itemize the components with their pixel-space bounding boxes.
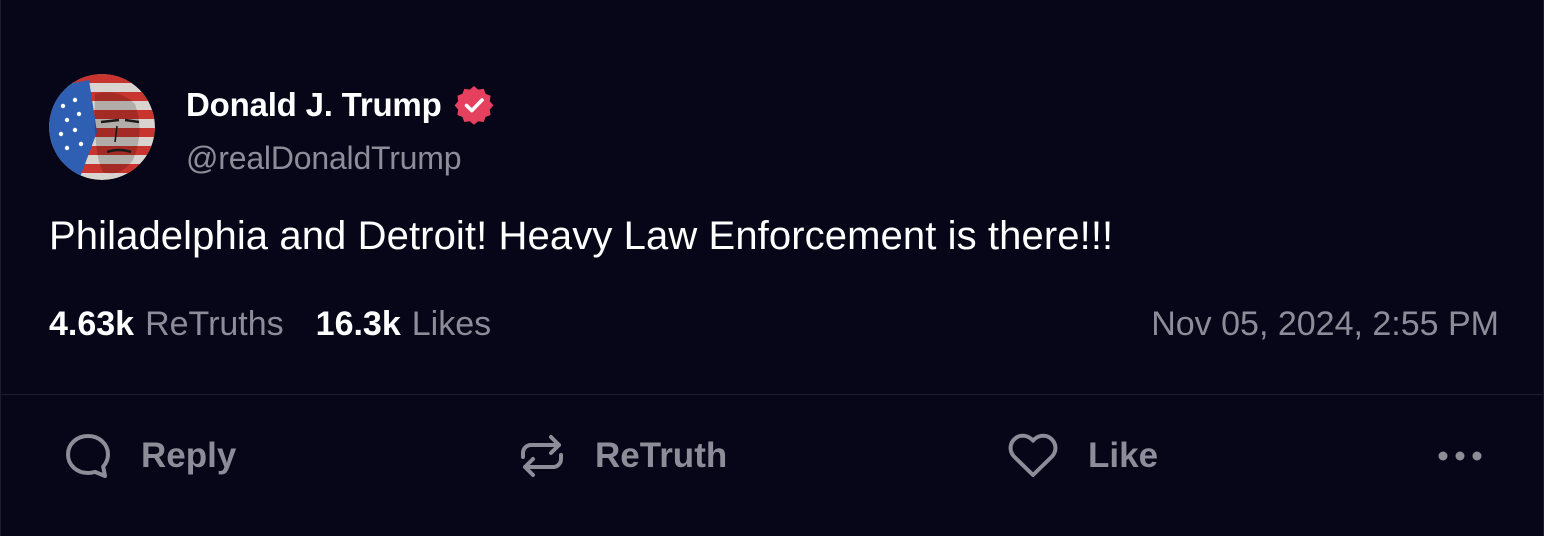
likes-count: 16.3k xyxy=(315,304,401,343)
ellipsis-icon xyxy=(1434,446,1486,466)
like-button[interactable]: Like xyxy=(1006,420,1158,492)
action-bar: Reply ReTruth Like xyxy=(1,420,1543,492)
post-header: Donald J. Trump @realDonaldTrump xyxy=(49,74,494,180)
avatar-image xyxy=(49,74,155,180)
post-stats: 4.63k ReTruths 16.3k Likes Nov 05, 2024,… xyxy=(49,300,1499,348)
author-info: Donald J. Trump @realDonaldTrump xyxy=(186,84,494,177)
speech-bubble-icon xyxy=(63,431,113,481)
retruths-label: ReTruths xyxy=(145,304,284,343)
retruth-label: ReTruth xyxy=(595,436,728,475)
likes-stat[interactable]: 16.3k Likes xyxy=(316,305,491,344)
reply-label: Reply xyxy=(141,436,237,475)
name-row: Donald J. Trump xyxy=(186,84,494,126)
retruths-stat[interactable]: 4.63k ReTruths xyxy=(49,305,284,344)
like-label: Like xyxy=(1088,436,1159,475)
heart-icon xyxy=(1006,431,1060,481)
avatar[interactable] xyxy=(49,74,155,180)
likes-label: Likes xyxy=(411,304,492,343)
more-options-button[interactable] xyxy=(1434,420,1486,492)
divider xyxy=(1,394,1543,395)
author-handle[interactable]: @realDonaldTrump xyxy=(186,140,494,177)
retruth-button[interactable]: ReTruth xyxy=(517,420,727,492)
post-timestamp[interactable]: Nov 05, 2024, 2:55 PM xyxy=(1151,305,1499,344)
post-card: Donald J. Trump @realDonaldTrump Philade… xyxy=(0,0,1544,536)
retruths-count: 4.63k xyxy=(49,304,135,343)
post-text: Philadelphia and Detroit! Heavy Law Enfo… xyxy=(49,214,1114,258)
verified-badge-icon xyxy=(454,85,494,125)
display-name[interactable]: Donald J. Trump xyxy=(186,86,442,124)
repost-arrows-icon xyxy=(517,431,567,481)
reply-button[interactable]: Reply xyxy=(63,420,236,492)
